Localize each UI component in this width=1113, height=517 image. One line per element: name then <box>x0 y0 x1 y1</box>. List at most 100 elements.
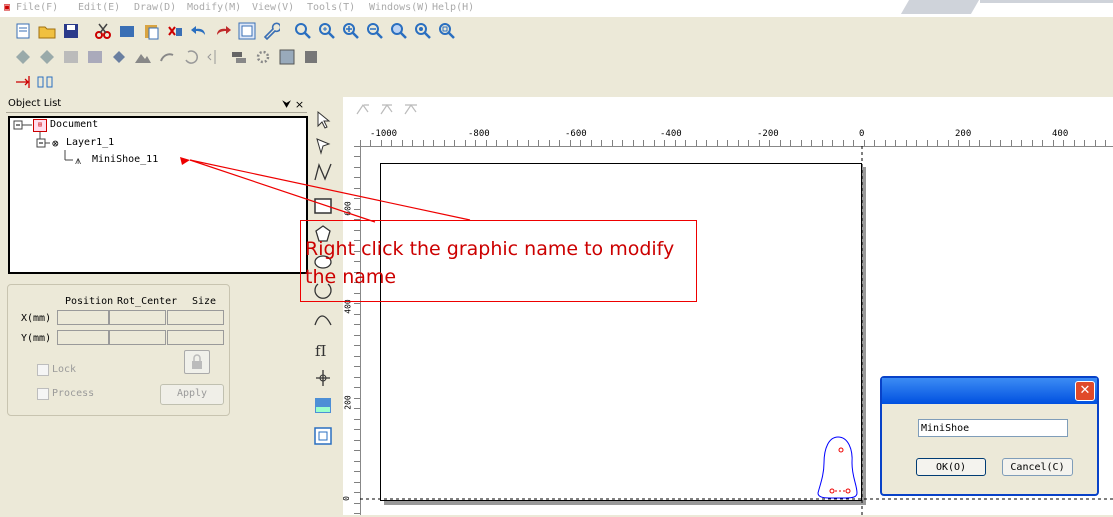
mountain-icon[interactable] <box>134 48 152 66</box>
node-tools <box>356 103 417 115</box>
group-icon[interactable] <box>14 48 32 66</box>
array-icon[interactable] <box>62 48 80 66</box>
barcode-icon[interactable] <box>313 425 333 447</box>
menu-view[interactable]: View(V) <box>252 2 294 13</box>
document-icon: ▤ <box>33 119 47 132</box>
align-icon[interactable] <box>230 48 248 66</box>
spacing-icon[interactable] <box>36 73 54 91</box>
menu-file[interactable]: File(F) <box>16 2 58 13</box>
drawing-toolbar: fI <box>309 97 339 517</box>
zoom-icon[interactable] <box>294 22 312 40</box>
apply-button[interactable]: Apply <box>160 384 224 405</box>
lock-button[interactable] <box>184 350 210 374</box>
save-icon[interactable] <box>62 22 80 40</box>
row-x-label: X(mm) <box>21 313 52 324</box>
y-size-field[interactable] <box>167 330 224 345</box>
split-icon[interactable] <box>206 48 224 66</box>
fill-icon[interactable] <box>110 48 128 66</box>
dialog-titlebar <box>882 378 1097 404</box>
hruler-label-m400: -400 <box>660 129 682 139</box>
ungroup-icon[interactable] <box>38 48 56 66</box>
zoom-in-icon[interactable] <box>342 22 360 40</box>
menu-modify[interactable]: Modify(M) <box>187 2 241 13</box>
curve-icon[interactable] <box>158 48 176 66</box>
zoom-out-icon[interactable] <box>366 22 384 40</box>
hruler-label-400: 400 <box>1052 129 1069 139</box>
header-decoration <box>900 0 980 14</box>
vruler-label-200: 200 <box>343 395 353 410</box>
image-icon[interactable] <box>313 395 333 417</box>
layer-icon: ⊗ <box>52 137 59 150</box>
lock-label: Lock <box>52 364 77 375</box>
rectangle-icon[interactable] <box>313 195 333 217</box>
lock-checkbox[interactable] <box>37 364 49 376</box>
object-tree[interactable]: ▤ Document ⊗ Layer1_1 ⩚ MiniShoe_11 <box>8 116 308 274</box>
crosshair-icon[interactable] <box>313 367 333 389</box>
row-y-label: Y(mm) <box>21 333 52 344</box>
y-position-field[interactable] <box>57 330 109 345</box>
cancel-button[interactable]: Cancel(C) <box>1002 458 1073 476</box>
redo-icon[interactable] <box>214 22 232 40</box>
zoom-all-icon[interactable] <box>390 22 408 40</box>
hruler-label-m600: -600 <box>565 129 587 139</box>
polyline-icon[interactable] <box>313 161 333 183</box>
undo-icon[interactable] <box>190 22 208 40</box>
select-arrow-icon[interactable] <box>313 109 333 131</box>
minishoe-graphic[interactable] <box>815 434 865 500</box>
paste-icon[interactable] <box>142 22 160 40</box>
toolbar-measure <box>14 71 74 93</box>
shape-icon: ⩚ <box>75 154 82 167</box>
node-edit-icon[interactable] <box>313 135 333 157</box>
vruler-label-0: 0 <box>341 496 351 501</box>
x-position-field[interactable] <box>57 310 109 325</box>
text-icon[interactable]: fI <box>313 339 333 361</box>
zoom-selection-icon[interactable] <box>414 22 432 40</box>
col-position: Position <box>65 296 114 307</box>
hruler-label-m1000: -1000 <box>370 129 398 139</box>
menu-tools[interactable]: Tools(T) <box>307 2 355 13</box>
zoom-page-icon[interactable] <box>438 22 456 40</box>
x-size-field[interactable] <box>167 310 224 325</box>
svg-text:fI: fI <box>315 342 327 360</box>
menu-help[interactable]: Help(H) <box>432 2 474 13</box>
open-folder-icon[interactable] <box>38 22 56 40</box>
curve-tool-icon[interactable] <box>313 309 333 331</box>
menu-windows[interactable]: Windows(W) <box>369 2 429 13</box>
cut-icon[interactable] <box>94 22 112 40</box>
y-rotcenter-field[interactable] <box>109 330 166 345</box>
menu-draw[interactable]: Draw(D) <box>134 2 176 13</box>
x-rotcenter-field[interactable] <box>109 310 166 325</box>
properties-icon[interactable] <box>238 22 256 40</box>
wrench-icon[interactable] <box>262 22 280 40</box>
toolbar-file <box>14 20 514 42</box>
pin-close-icon[interactable]: ⮟ × <box>282 98 304 112</box>
zoom-fit-icon[interactable] <box>318 22 336 40</box>
tree-layer[interactable]: Layer1_1 <box>66 137 114 148</box>
rotate-icon[interactable] <box>182 48 200 66</box>
lock-icon <box>192 354 202 369</box>
new-file-icon[interactable] <box>14 22 32 40</box>
menu-edit[interactable]: Edit(E) <box>78 2 120 13</box>
hruler-label-m200: -200 <box>757 129 779 139</box>
pattern-icon[interactable] <box>86 48 104 66</box>
hruler-label-0: 0 <box>859 129 865 139</box>
copy-icon[interactable] <box>118 22 136 40</box>
ok-button[interactable]: OK(O) <box>916 458 986 476</box>
callout-text: Right click the graphic name to modify t… <box>305 238 675 288</box>
process-checkbox[interactable] <box>37 388 49 400</box>
properties-panel: Position Rot_Center Size X(mm) Y(mm) Loc… <box>7 284 230 416</box>
delete-icon[interactable] <box>166 22 184 40</box>
name-input[interactable] <box>918 419 1068 437</box>
toolbar-edit <box>14 46 374 68</box>
tree-shape[interactable]: MiniShoe_11 <box>92 154 158 165</box>
block-icon[interactable] <box>302 48 320 66</box>
app-icon: ▣ <box>4 2 11 13</box>
layers-icon[interactable] <box>278 48 296 66</box>
hruler-label-200: 200 <box>955 129 972 139</box>
settings-icon[interactable] <box>254 48 272 66</box>
rename-dialog: ✕ OK(O) Cancel(C) <box>880 376 1099 496</box>
object-list-header: Object List ⮟ × <box>6 97 307 113</box>
tree-document[interactable]: Document <box>50 119 98 130</box>
measure-icon[interactable] <box>14 73 32 91</box>
dialog-close-button[interactable]: ✕ <box>1075 381 1095 401</box>
